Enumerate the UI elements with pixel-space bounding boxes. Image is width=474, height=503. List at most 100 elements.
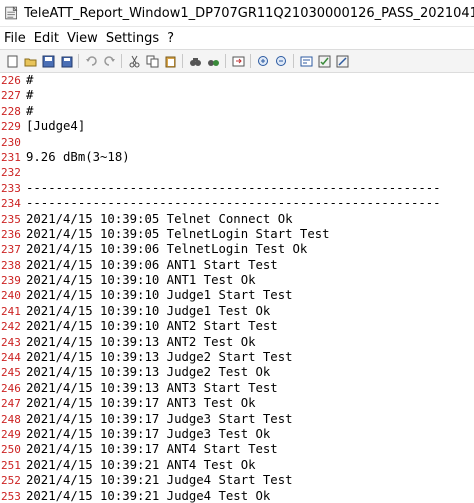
- redo-icon[interactable]: [102, 54, 116, 68]
- save-all-icon[interactable]: [59, 54, 73, 68]
- line-number: 228: [1, 104, 21, 118]
- menu-file[interactable]: File: [2, 31, 32, 46]
- editor-line[interactable]: 233 -------------------------------------…: [0, 181, 474, 196]
- menu-edit[interactable]: Edit: [32, 31, 65, 46]
- properties-icon[interactable]: [317, 54, 331, 68]
- line-number: 250: [1, 443, 21, 457]
- editor-line[interactable]: 228 #: [0, 104, 474, 119]
- toolbar: [0, 49, 474, 73]
- line-text: 2021/4/15 10:39:10 ANT1 Test Ok: [26, 273, 256, 288]
- editor-line[interactable]: 234 -------------------------------------…: [0, 196, 474, 211]
- line-text: 2021/4/15 10:39:10 Judge1 Start Test: [26, 288, 293, 303]
- settings-icon[interactable]: [335, 54, 349, 68]
- line-number: 230: [1, 135, 21, 149]
- line-text: 2021/4/15 10:39:10 ANT2 Start Test: [26, 319, 278, 334]
- line-number: 231: [1, 150, 21, 164]
- line-number: 226: [1, 74, 21, 87]
- editor-line[interactable]: 249 2021/4/15 10:39:17 Judge3 Test Ok: [0, 427, 474, 442]
- menu-bar: File Edit View Settings ?: [0, 27, 474, 49]
- goto-icon[interactable]: [231, 54, 245, 68]
- line-number: 233: [1, 181, 21, 195]
- editor-line[interactable]: 252 2021/4/15 10:39:21 Judge4 Start Test: [0, 473, 474, 488]
- paste-icon[interactable]: [163, 54, 177, 68]
- open-icon[interactable]: [23, 54, 37, 68]
- editor-line[interactable]: 235 2021/4/15 10:39:05 Telnet Connect Ok: [0, 212, 474, 227]
- editor-line[interactable]: 230: [0, 135, 474, 150]
- editor-line[interactable]: 231 9.26 dBm(3~18): [0, 150, 474, 165]
- line-number: 251: [1, 458, 21, 472]
- text-editor[interactable]: 226 #227 #228 #229 [Judge4] 230 231 9.26 dBm(3~…: [0, 73, 474, 503]
- line-number: 239: [1, 274, 21, 288]
- editor-line[interactable]: 243 2021/4/15 10:39:13 ANT2 Test Ok: [0, 335, 474, 350]
- editor-line[interactable]: 237 2021/4/15 10:39:06 TelnetLogin Test O…: [0, 242, 474, 257]
- editor-line[interactable]: 246 2021/4/15 10:39:13 ANT3 Start Test: [0, 381, 474, 396]
- line-text: 2021/4/15 10:39:17 ANT4 Start Test: [26, 442, 278, 457]
- line-text: 2021/4/15 10:39:06 ANT1 Start Test: [26, 257, 278, 272]
- line-number: 238: [1, 258, 21, 272]
- menu-help[interactable]: ?: [165, 31, 180, 46]
- line-text: 2021/4/15 10:39:05 TelnetLogin Start Tes…: [26, 226, 330, 241]
- replace-icon[interactable]: [206, 54, 220, 68]
- line-number: 240: [1, 289, 21, 303]
- undo-icon[interactable]: [84, 54, 98, 68]
- cut-icon[interactable]: [127, 54, 141, 68]
- new-icon[interactable]: [5, 54, 19, 68]
- save-icon[interactable]: [41, 54, 55, 68]
- toolbar-separator: [121, 54, 122, 68]
- editor-line[interactable]: 240 2021/4/15 10:39:10 Judge1 Start Test: [0, 288, 474, 303]
- line-number: 227: [1, 89, 21, 103]
- editor-line[interactable]: 247 2021/4/15 10:39:17 ANT3 Test Ok: [0, 396, 474, 411]
- line-number: 236: [1, 227, 21, 241]
- line-number: 253: [1, 489, 21, 503]
- notepad-app-icon: [5, 6, 18, 20]
- editor-line[interactable]: 232: [0, 165, 474, 180]
- line-number: 248: [1, 412, 21, 426]
- editor-line[interactable]: 238 2021/4/15 10:39:06 ANT1 Start Test: [0, 258, 474, 273]
- menu-settings[interactable]: Settings: [104, 31, 165, 46]
- toolbar-separator: [225, 54, 226, 68]
- line-text: 2021/4/15 10:39:21 ANT4 Test Ok: [26, 457, 256, 472]
- line-number: 244: [1, 351, 21, 365]
- editor-line[interactable]: 239 2021/4/15 10:39:10 ANT1 Test Ok: [0, 273, 474, 288]
- editor-line[interactable]: 251 2021/4/15 10:39:21 ANT4 Test Ok: [0, 458, 474, 473]
- line-number: 235: [1, 212, 21, 226]
- editor-line[interactable]: 245 2021/4/15 10:39:13 Judge2 Test Ok: [0, 365, 474, 380]
- line-text: 2021/4/15 10:39:13 ANT3 Start Test: [26, 380, 278, 395]
- line-text: 2021/4/15 10:39:05 Telnet Connect Ok: [26, 211, 293, 226]
- line-text: 9.26 dBm(3~18): [26, 149, 130, 164]
- toolbar-separator: [182, 54, 183, 68]
- line-text: 2021/4/15 10:39:17 ANT3 Test Ok: [26, 396, 256, 411]
- zoom-in-icon[interactable]: [256, 54, 270, 68]
- window-title: TeleATT_Report_Window1_DP707GR11Q2103000…: [24, 5, 474, 21]
- copy-icon[interactable]: [145, 54, 159, 68]
- line-number: 229: [1, 120, 21, 134]
- editor-line[interactable]: 250 2021/4/15 10:39:17 ANT4 Start Test: [0, 442, 474, 457]
- editor-line[interactable]: 253 2021/4/15 10:39:21 Judge4 Test Ok: [0, 489, 474, 503]
- editor-line[interactable]: 242 2021/4/15 10:39:10 ANT2 Start Test: [0, 319, 474, 334]
- menu-view[interactable]: View: [65, 31, 104, 46]
- zoom-out-icon[interactable]: [274, 54, 288, 68]
- line-text: ----------------------------------------…: [26, 180, 441, 195]
- word-wrap-icon[interactable]: [299, 54, 313, 68]
- line-number: 252: [1, 474, 21, 488]
- line-text: 2021/4/15 10:39:21 Judge4 Start Test: [26, 473, 293, 488]
- line-text: 2021/4/15 10:39:21 Judge4 Test Ok: [26, 488, 271, 503]
- editor-line[interactable]: 226 #: [0, 73, 474, 88]
- editor-line[interactable]: 248 2021/4/15 10:39:17 Judge3 Start Test: [0, 412, 474, 427]
- line-text: 2021/4/15 10:39:10 Judge1 Test Ok: [26, 303, 271, 318]
- line-number: 246: [1, 381, 21, 395]
- title-bar: TeleATT_Report_Window1_DP707GR11Q2103000…: [0, 0, 474, 27]
- editor-line[interactable]: 244 2021/4/15 10:39:13 Judge2 Start Test: [0, 350, 474, 365]
- find-icon[interactable]: [188, 54, 202, 68]
- line-text: 2021/4/15 10:39:13 ANT2 Test Ok: [26, 334, 256, 349]
- line-number: 241: [1, 304, 21, 318]
- line-text: [Judge4]: [26, 119, 86, 134]
- editor-line[interactable]: 236 2021/4/15 10:39:05 TelnetLogin Start …: [0, 227, 474, 242]
- line-number: 242: [1, 320, 21, 334]
- line-number: 247: [1, 397, 21, 411]
- editor-line[interactable]: 229 [Judge4]: [0, 119, 474, 134]
- editor-line[interactable]: 241 2021/4/15 10:39:10 Judge1 Test Ok: [0, 304, 474, 319]
- line-number: 237: [1, 243, 21, 257]
- line-number: 249: [1, 427, 21, 441]
- editor-line[interactable]: 227 #: [0, 88, 474, 103]
